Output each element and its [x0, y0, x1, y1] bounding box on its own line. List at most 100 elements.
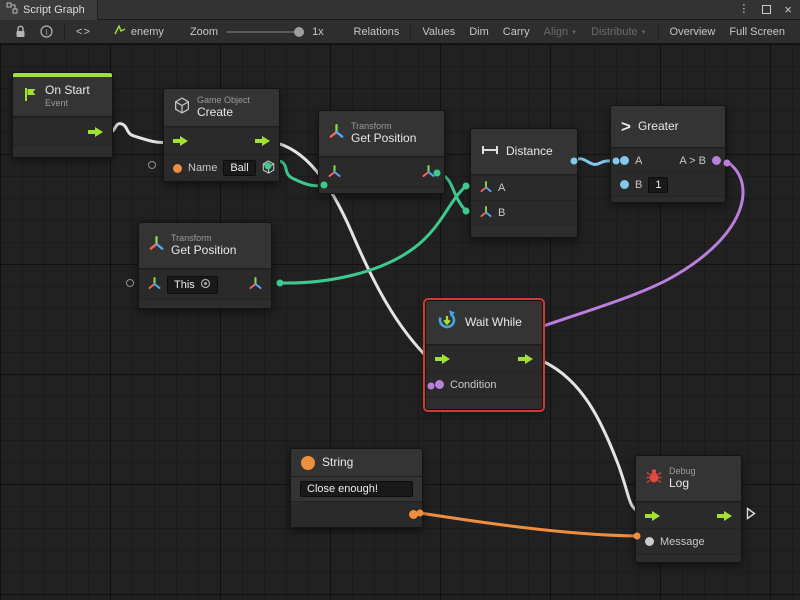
unconnected-port-ring[interactable]	[148, 161, 156, 169]
carry-button[interactable]: Carry	[496, 20, 537, 44]
node-title: Distance	[506, 145, 553, 159]
graph-pointer-icon	[114, 25, 126, 39]
flow-in-port[interactable]	[173, 136, 188, 146]
b-input-port[interactable]	[620, 180, 629, 189]
node-title: Get Position	[171, 244, 236, 258]
gameobject-out-port[interactable]	[262, 160, 275, 177]
flow-in-port[interactable]	[645, 511, 660, 521]
condition-label: Condition	[450, 379, 496, 391]
flow-out-port[interactable]	[88, 127, 103, 137]
graph-name: enemy	[131, 26, 164, 38]
maximize-icon[interactable]	[762, 5, 771, 14]
zoom-value: 1x	[312, 26, 324, 38]
full-screen-button[interactable]: Full Screen	[722, 20, 792, 44]
vector-b-port[interactable]	[480, 206, 492, 221]
a-label: A	[635, 155, 642, 167]
wire-onstart-to-create[interactable]	[108, 124, 168, 143]
code-preview-icon[interactable]: < >	[69, 20, 96, 44]
greater-icon: >	[621, 117, 631, 137]
distribute-button[interactable]: Distribute▼	[584, 20, 653, 44]
transform-in-port[interactable]	[328, 165, 341, 181]
b-label: B	[635, 179, 642, 191]
string-out-port[interactable]	[409, 510, 418, 519]
node-subtitle: Event	[45, 98, 90, 108]
wire-getposition-to-distance-a[interactable]	[280, 186, 466, 283]
dropdown-caret-icon: ▼	[571, 30, 577, 36]
flow-out-port[interactable]	[518, 354, 533, 364]
graph-breadcrumb[interactable]: enemy	[114, 25, 164, 39]
wire-string-to-message[interactable]	[420, 513, 637, 536]
node-title: Get Position	[351, 132, 416, 146]
result-label: A > B	[679, 155, 706, 167]
info-icon[interactable]: i	[33, 20, 60, 44]
result-out-port[interactable]	[712, 156, 721, 165]
cube-icon	[174, 97, 190, 119]
wait-clock-icon	[436, 309, 458, 336]
node-string[interactable]: String Close enough!	[290, 448, 423, 528]
node-on-start[interactable]: On StartEvent	[12, 72, 113, 158]
position-out-port[interactable]	[249, 277, 262, 293]
close-icon[interactable]: ×	[784, 3, 792, 16]
zoom-slider-handle[interactable]	[294, 27, 304, 37]
flow-out-port[interactable]	[255, 136, 270, 146]
flow-in-port[interactable]	[435, 354, 450, 364]
node-debug-log[interactable]: DebugLog Message	[635, 455, 742, 563]
name-field[interactable]: Ball	[223, 160, 255, 176]
relations-button[interactable]: Relations	[347, 20, 407, 44]
message-label: Message	[660, 536, 705, 548]
node-title: Wait While	[465, 316, 522, 330]
script-graph-window: Script Graph ⋮ × i < > enemy Zoom 1x	[0, 0, 800, 600]
vector-a-port[interactable]	[480, 181, 492, 196]
name-label: Name	[188, 162, 217, 174]
wire-waitwhile-to-log[interactable]	[540, 360, 640, 513]
node-wait-while[interactable]: Wait While Condition	[425, 300, 543, 410]
b-label: B	[498, 207, 505, 219]
flow-out-port[interactable]	[717, 511, 732, 521]
target-field[interactable]: This	[167, 276, 218, 294]
message-input-port[interactable]	[645, 537, 654, 546]
target-picker-icon[interactable]	[200, 278, 211, 292]
a-input-port[interactable]	[620, 156, 629, 165]
values-button[interactable]: Values	[415, 20, 462, 44]
flag-icon	[23, 87, 38, 107]
tab-title: Script Graph	[23, 4, 85, 16]
window-controls: ⋮ ×	[738, 3, 800, 16]
string-value-field[interactable]: Close enough!	[300, 481, 413, 497]
align-button[interactable]: Align▼	[537, 20, 584, 44]
bug-icon	[646, 468, 662, 489]
position-out-port[interactable]	[422, 165, 435, 181]
dim-button[interactable]: Dim	[462, 20, 496, 44]
condition-input-port[interactable]	[435, 380, 444, 389]
window-menu-icon[interactable]: ⋮	[738, 4, 749, 15]
node-get-position-bottom[interactable]: TransformGet Position This	[138, 222, 272, 309]
zoom-slider[interactable]	[226, 31, 304, 33]
graph-tab-icon	[6, 2, 18, 17]
node-create[interactable]: Game ObjectCreate Name Ball	[163, 88, 280, 182]
transform-in-port[interactable]	[148, 277, 161, 293]
tab-script-graph[interactable]: Script Graph	[0, 0, 98, 20]
titlebar: Script Graph ⋮ ×	[0, 0, 800, 20]
node-title: Create	[197, 106, 250, 120]
node-title: On Start	[45, 84, 90, 98]
b-field[interactable]: 1	[648, 177, 668, 193]
svg-text:i: i	[45, 27, 48, 36]
name-input-port[interactable]	[173, 164, 182, 173]
node-title: Greater	[638, 120, 679, 134]
node-distance[interactable]: Distance A B	[470, 128, 578, 238]
zoom-label: Zoom	[190, 26, 218, 38]
node-get-position-top[interactable]: TransformGet Position	[318, 110, 445, 194]
lock-icon[interactable]	[8, 20, 33, 44]
graph-canvas[interactable]: On StartEvent Game ObjectCreate	[0, 44, 800, 600]
a-label: A	[498, 182, 505, 194]
node-title: String	[322, 456, 353, 470]
overview-button[interactable]: Overview	[663, 20, 723, 44]
toolbar-separator	[64, 25, 65, 39]
unconnected-port-ring[interactable]	[126, 279, 134, 287]
graph-toolbar: i < > enemy Zoom 1x Relations Values Dim…	[0, 20, 800, 44]
toolbar-buttons: Relations Values Dim Carry Align▼ Distri…	[347, 20, 792, 44]
transform-icon	[149, 236, 164, 256]
node-greater[interactable]: > Greater A A > B B 1	[610, 105, 726, 203]
transform-icon	[329, 124, 344, 144]
string-type-icon	[301, 456, 315, 470]
dropdown-caret-icon: ▼	[641, 30, 647, 36]
